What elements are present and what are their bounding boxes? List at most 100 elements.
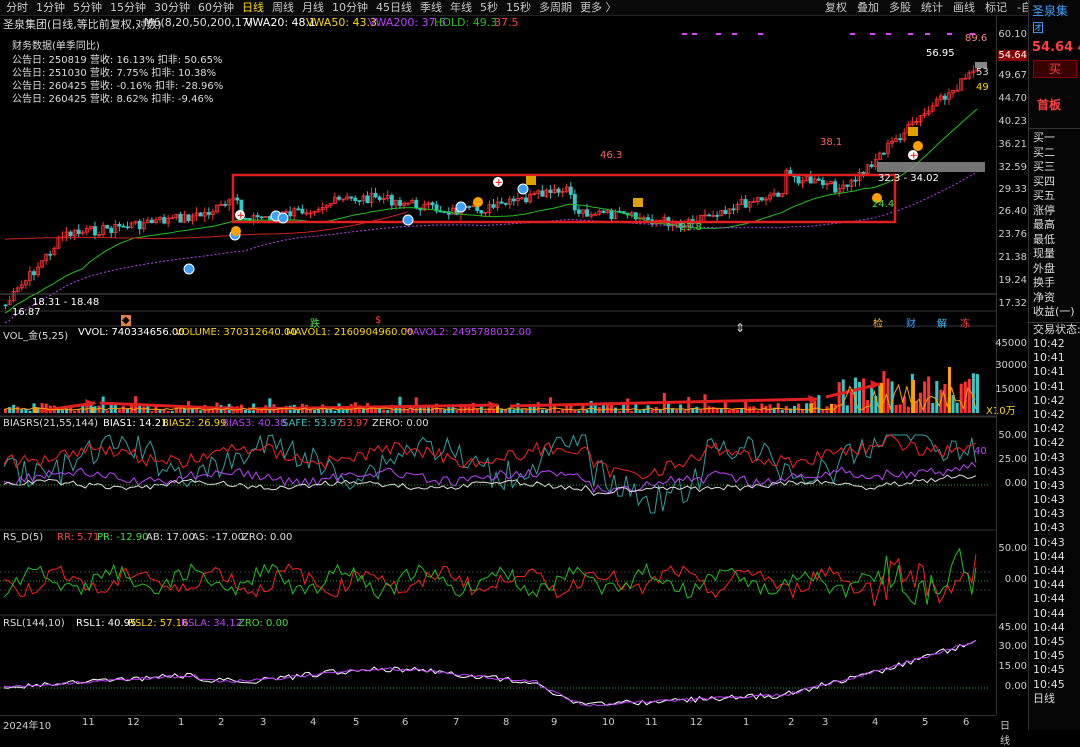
volume-bar — [243, 409, 247, 413]
period-tab[interactable]: 5分钟 — [69, 0, 106, 15]
candle-body — [337, 196, 341, 200]
volume-bar — [150, 410, 154, 413]
vol-tick: 30000 — [995, 360, 1027, 371]
volume-bar — [695, 406, 699, 413]
trend-arrow-head — [808, 395, 818, 404]
buy-signal-icon: + — [495, 178, 503, 189]
period-tab[interactable]: 月线 — [298, 0, 328, 15]
toolbar-button[interactable]: 画线 — [948, 0, 980, 15]
candle-body — [162, 217, 167, 224]
volume-bar — [736, 409, 740, 413]
candle-body — [646, 217, 650, 221]
period-tab[interactable]: 60分钟 — [194, 0, 238, 15]
period-tab[interactable]: 10分钟 — [328, 0, 372, 15]
period-tab[interactable]: 5秒 — [476, 0, 502, 15]
pr-value: PR: -12.90 — [97, 532, 149, 543]
toolbar-button[interactable]: 叠加 — [852, 0, 884, 15]
price-tick: 44.70 — [998, 93, 1027, 104]
volume-bar — [28, 410, 32, 413]
tick-time: 10:43 — [1033, 521, 1065, 535]
toolbar-button[interactable]: 多股 — [884, 0, 916, 15]
period-tab[interactable]: 1分钟 — [32, 0, 69, 15]
volume-bar — [117, 409, 121, 413]
volume-bar — [313, 409, 317, 413]
period-tab[interactable]: 分时 — [2, 0, 32, 15]
period-tab[interactable]: 30分钟 — [150, 0, 194, 15]
kline-chart-svg[interactable]: + + + ⇕ — [0, 15, 996, 715]
range-annotation: 32.3 - 34.02 — [878, 173, 939, 184]
doc-signal-icon — [908, 127, 918, 136]
tick-time: 10:43 — [1033, 507, 1065, 521]
event-marker[interactable]: 检 — [873, 315, 883, 330]
volume-bar — [382, 409, 386, 413]
toolbar-button[interactable]: 统计 — [916, 0, 948, 15]
month-label: 7 — [453, 717, 460, 728]
volume-bar — [512, 409, 516, 413]
event-marker[interactable]: ◆ — [121, 315, 131, 326]
chart-area[interactable]: + + + ⇕ 圣泉集团(日线,等比前复权,对数) M6(8,20,50,200,17… — [0, 15, 1016, 715]
volume-bar — [935, 381, 939, 413]
rsd-rr-line — [3, 554, 977, 606]
candle-body — [577, 209, 581, 214]
month-label: 12 — [127, 717, 140, 728]
volume-bar — [329, 409, 333, 413]
candle-body — [491, 204, 496, 208]
vvol-value: VVOL: 740334656.00 — [78, 327, 185, 338]
candle-body — [585, 209, 589, 217]
warning-signal-icon — [913, 141, 923, 151]
event-marker[interactable]: 冻 — [960, 315, 970, 330]
event-marker[interactable]: 解 — [937, 315, 947, 330]
period-tab[interactable]: 15秒 — [502, 0, 535, 15]
period-tab[interactable]: 多周期 — [535, 0, 576, 15]
tag-53: 53 — [976, 67, 989, 78]
volume-bar — [959, 383, 963, 413]
buy-button[interactable]: 买 — [1033, 60, 1077, 78]
candle-body — [357, 200, 362, 202]
consolidation-box — [231, 173, 897, 224]
period-indicator: 日线 — [1000, 721, 1010, 747]
volume-bar — [906, 406, 910, 413]
candle-body — [707, 214, 711, 217]
signal-dash — [886, 33, 891, 35]
period-tab[interactable]: 45日线 — [372, 0, 416, 15]
tick-time: 10:41 — [1033, 379, 1065, 393]
period-tab[interactable]: 周线 — [268, 0, 298, 15]
event-marker[interactable]: $ — [375, 315, 381, 326]
period-tab[interactable]: 季线 — [416, 0, 446, 15]
tick-time: 10:43 — [1033, 450, 1065, 464]
period-tab[interactable]: 更多 〉 — [576, 0, 621, 15]
volume-bar — [931, 403, 935, 413]
period-tab[interactable]: 日线 — [238, 0, 268, 15]
period-tab[interactable]: 15分钟 — [106, 0, 150, 15]
quote-field-label: 买一 — [1033, 131, 1055, 144]
rsd-tick: 0.00 — [1004, 574, 1027, 585]
volume-bar — [248, 410, 252, 413]
month-label: 12 — [690, 717, 703, 728]
tick-time: 10:43 — [1033, 464, 1065, 478]
candle-body — [898, 138, 903, 141]
candle-body — [511, 198, 516, 202]
volume-bar — [333, 410, 337, 413]
low-annotation: -23.8 — [676, 222, 702, 233]
tick-time: 10:41 — [1033, 365, 1065, 379]
candle-body — [125, 226, 130, 229]
volume-bar — [967, 378, 971, 413]
toolbar-button[interactable]: 标记 — [980, 0, 1012, 15]
candle-body — [178, 213, 183, 223]
candle-body — [365, 195, 370, 204]
candle-body — [430, 202, 435, 206]
volume-bar — [166, 410, 170, 413]
candle-body — [117, 223, 122, 227]
quote-field-label: 买三 — [1033, 160, 1055, 173]
rsd-title: RS_D(5) — [3, 532, 44, 543]
safe-value: SAFE: 53.97 — [282, 418, 343, 429]
candle-body — [760, 197, 764, 201]
period-label: 日线 — [1033, 691, 1055, 705]
price-tick: 49.67 — [998, 70, 1027, 81]
event-marker[interactable]: 财 — [906, 315, 916, 330]
volume-bar — [744, 400, 748, 413]
rsl-tick: 45.00 — [998, 622, 1027, 633]
toolbar-button[interactable]: 复权 — [820, 0, 852, 15]
period-tab[interactable]: 年线 — [446, 0, 476, 15]
candle-body — [353, 197, 358, 201]
